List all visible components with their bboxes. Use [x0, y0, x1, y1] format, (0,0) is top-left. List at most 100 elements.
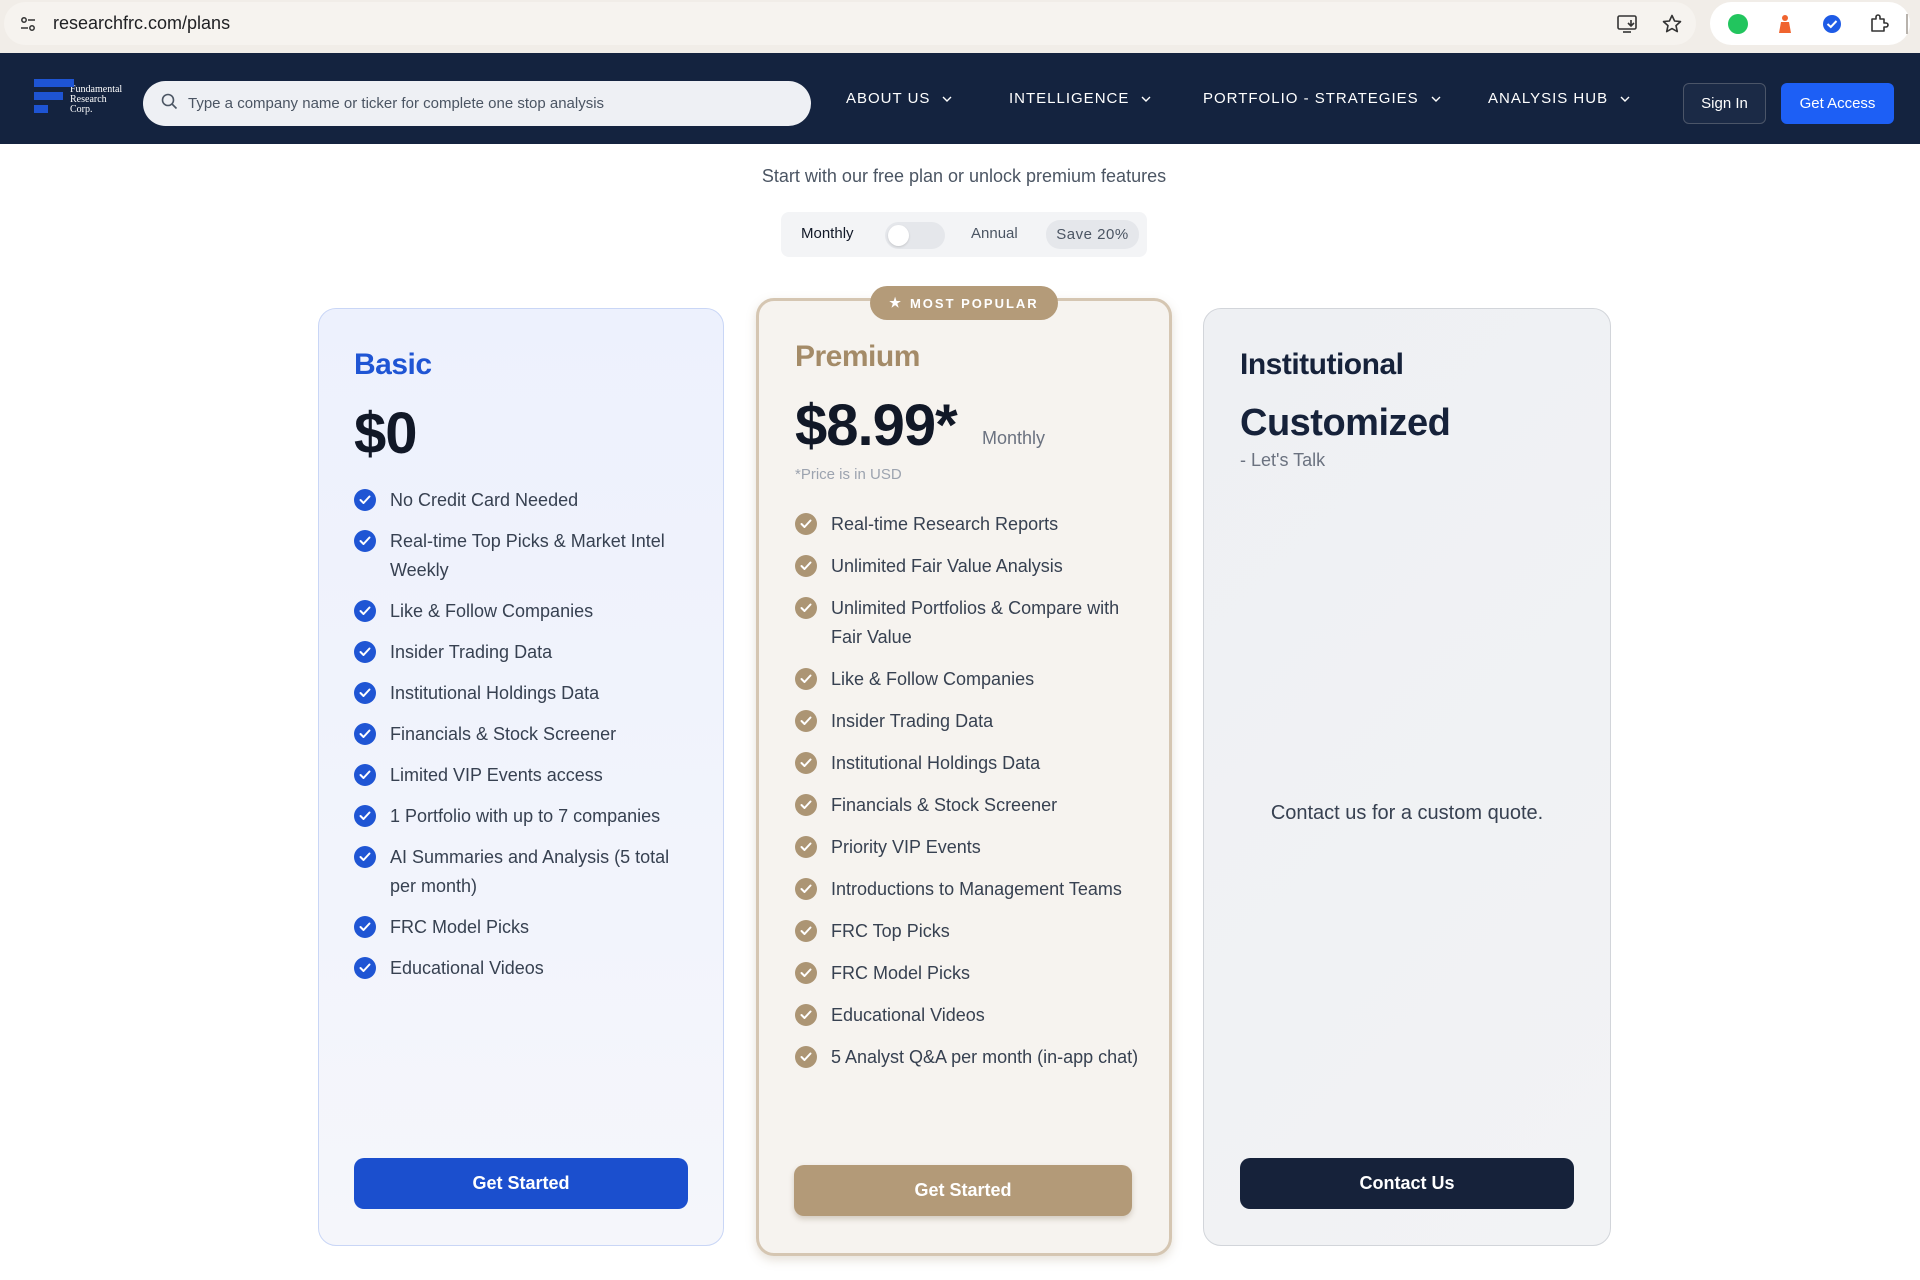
- check-circle-icon: [354, 489, 376, 511]
- feature-item: FRC Top Picks: [795, 917, 1145, 946]
- puzzle-extensions-icon[interactable]: [1867, 12, 1891, 36]
- logo-mark-icon: [34, 79, 74, 121]
- plan-period-premium: Monthly: [982, 428, 1046, 448]
- company-search-bar[interactable]: [143, 81, 811, 126]
- feature-item: 1 Portfolio with up to 7 companies: [354, 802, 694, 831]
- feature-list-premium: Real-time Research Reports Unlimited Fair…: [795, 510, 1145, 1085]
- nav-menu-analysis-hub[interactable]: ANALYSIS HUB: [1488, 53, 1630, 144]
- pricing-subtitle: Start with our free plan or unlock premi…: [761, 166, 1167, 186]
- chevron-down-icon: [942, 96, 952, 102]
- check-circle-icon: [795, 555, 817, 577]
- feature-label: Limited VIP Events access: [390, 765, 603, 785]
- orange-extension-icon[interactable]: [1773, 12, 1797, 36]
- check-circle-icon: [795, 794, 817, 816]
- price-currency-note: *Price is in USD: [795, 466, 902, 483]
- check-circle-icon: [795, 878, 817, 900]
- url-text[interactable]: researchfrc.com/plans: [53, 13, 230, 34]
- search-icon: [161, 93, 178, 115]
- feature-label: Unlimited Fair Value Analysis: [831, 556, 1063, 576]
- feature-item: Unlimited Fair Value Analysis: [795, 552, 1145, 581]
- feature-label: Real-time Top Picks & Market Intel Weekl…: [390, 531, 665, 580]
- check-circle-icon: [354, 723, 376, 745]
- get-access-button[interactable]: Get Access: [1781, 83, 1894, 124]
- get-started-premium-button[interactable]: Get Started: [794, 1165, 1132, 1216]
- sign-in-button[interactable]: Sign In: [1683, 83, 1766, 124]
- feature-item: Priority VIP Events: [795, 833, 1145, 862]
- most-popular-badge: ★ MOST POPULAR: [870, 286, 1058, 320]
- feature-item: Institutional Holdings Data: [354, 679, 694, 708]
- nav-menu-intelligence[interactable]: INTELLIGENCE: [1009, 53, 1151, 144]
- feature-label: Unlimited Portfolios & Compare with Fair…: [831, 598, 1120, 647]
- feature-item: Insider Trading Data: [795, 707, 1145, 736]
- feature-label: Insider Trading Data: [831, 711, 994, 731]
- install-app-icon[interactable]: [1616, 12, 1640, 36]
- check-circle-icon: [795, 1004, 817, 1026]
- feature-item: Like & Follow Companies: [354, 597, 694, 626]
- check-circle-icon: [795, 513, 817, 535]
- feature-label: Financials & Stock Screener: [390, 724, 617, 744]
- feature-item: Financials & Stock Screener: [795, 791, 1145, 820]
- green-extension-icon[interactable]: [1726, 12, 1750, 36]
- feature-label: Institutional Holdings Data: [390, 683, 600, 703]
- feature-label: 1 Portfolio with up to 7 companies: [390, 806, 661, 826]
- feature-label: Like & Follow Companies: [831, 669, 1035, 689]
- feature-item: Educational Videos: [354, 954, 694, 983]
- feature-item: 5 Analyst Q&A per month (in-app chat): [795, 1043, 1145, 1072]
- check-circle-icon: [795, 668, 817, 690]
- feature-label: FRC Model Picks: [390, 917, 530, 937]
- feature-label: Like & Follow Companies: [390, 601, 594, 621]
- logo-wordmark: Fundamental Research Corp.: [70, 84, 123, 115]
- feature-label: Educational Videos: [390, 958, 544, 978]
- feature-item: FRC Model Picks: [354, 913, 694, 942]
- bookmark-star-icon[interactable]: [1660, 12, 1684, 36]
- chevron-down-icon: [1620, 96, 1630, 102]
- feature-item: No Credit Card Needed: [354, 486, 694, 515]
- feature-label: Institutional Holdings Data: [831, 753, 1041, 773]
- site-navbar: Fundamental Research Corp. ABOUT US INTE…: [0, 53, 1920, 144]
- check-circle-icon: [354, 641, 376, 663]
- feature-label: FRC Model Picks: [831, 963, 971, 983]
- check-circle-icon: [354, 957, 376, 979]
- feature-label: No Credit Card Needed: [390, 490, 579, 510]
- check-circle-icon: [354, 846, 376, 868]
- check-circle-icon: [354, 682, 376, 704]
- nav-menu-about-us[interactable]: ABOUT US: [846, 53, 952, 144]
- feature-label: Priority VIP Events: [831, 837, 981, 857]
- check-circle-icon: [795, 752, 817, 774]
- contact-us-button[interactable]: Contact Us: [1240, 1158, 1574, 1209]
- switch-knob: [888, 225, 909, 246]
- plan-card-institutional: [1203, 308, 1611, 1246]
- institutional-tagline: - Let's Talk: [1240, 450, 1326, 470]
- frc-logo[interactable]: Fundamental Research Corp.: [34, 79, 122, 121]
- get-started-basic-button[interactable]: Get Started: [354, 1158, 688, 1209]
- search-input[interactable]: [188, 95, 768, 112]
- address-bar[interactable]: researchfrc.com/plans: [4, 2, 1696, 45]
- browser-toolbar: researchfrc.com/plans: [0, 0, 1920, 53]
- check-circle-icon: [795, 920, 817, 942]
- feature-label: Real-time Research Reports: [831, 514, 1059, 534]
- plan-name-premium: Premium: [795, 340, 920, 373]
- feature-item: Financials & Stock Screener: [354, 720, 694, 749]
- feature-item: Insider Trading Data: [354, 638, 694, 667]
- blue-check-extension-icon[interactable]: [1820, 12, 1844, 36]
- check-circle-icon: [354, 805, 376, 827]
- site-info-icon[interactable]: [16, 12, 40, 36]
- feature-item: Educational Videos: [795, 1001, 1145, 1030]
- billing-monthly-label[interactable]: Monthly: [801, 225, 854, 242]
- feature-label: Financials & Stock Screener: [831, 795, 1058, 815]
- custom-quote-message: Contact us for a custom quote.: [1270, 802, 1544, 824]
- billing-annual-label[interactable]: Annual: [971, 225, 1018, 242]
- feature-item: Unlimited Portfolios & Compare with Fair…: [795, 594, 1145, 652]
- feature-item: AI Summaries and Analysis (5 total per m…: [354, 843, 694, 901]
- nav-menu-portfolio-strategies[interactable]: PORTFOLIO - STRATEGIES: [1203, 53, 1441, 144]
- feature-item: Institutional Holdings Data: [795, 749, 1145, 778]
- feature-item: Real-time Top Picks & Market Intel Weekl…: [354, 527, 694, 585]
- check-circle-icon: [795, 962, 817, 984]
- plan-price-institutional: Customized: [1240, 402, 1451, 444]
- feature-label: Introductions to Management Teams: [831, 879, 1122, 899]
- plan-name-institutional: Institutional: [1240, 348, 1404, 381]
- billing-switch[interactable]: [885, 222, 945, 249]
- feature-item: Introductions to Management Teams: [795, 875, 1145, 904]
- check-circle-icon: [354, 530, 376, 552]
- chevron-down-icon: [1141, 96, 1151, 102]
